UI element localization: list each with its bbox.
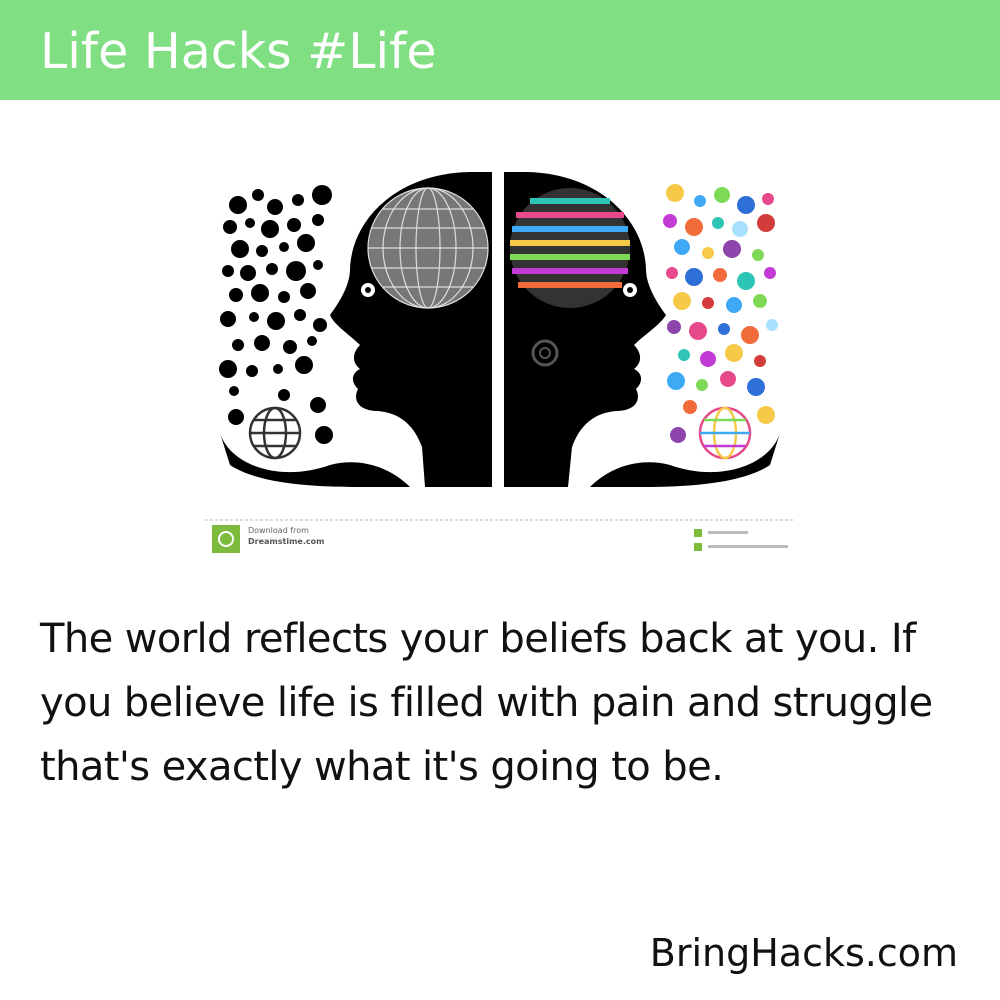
watermark-download-text: Download from [248, 526, 309, 535]
footer-brand: BringHacks.com [649, 931, 958, 975]
page-title: Life Hacks #Life [40, 23, 437, 80]
right-brain-sphere [510, 188, 630, 308]
illustration: Download from Dreamstime.com [200, 165, 800, 565]
quote-text: The world reflects your beliefs back at … [40, 616, 933, 790]
header-bar: Life Hacks #Life [0, 0, 1000, 100]
right-dots [663, 184, 778, 443]
watermark-site-text: Dreamstime.com [248, 537, 324, 546]
left-dots [219, 185, 333, 444]
two-heads-illustration: Download from Dreamstime.com [205, 172, 795, 553]
right-globe-icon [698, 406, 752, 460]
left-globe-icon [248, 406, 302, 460]
